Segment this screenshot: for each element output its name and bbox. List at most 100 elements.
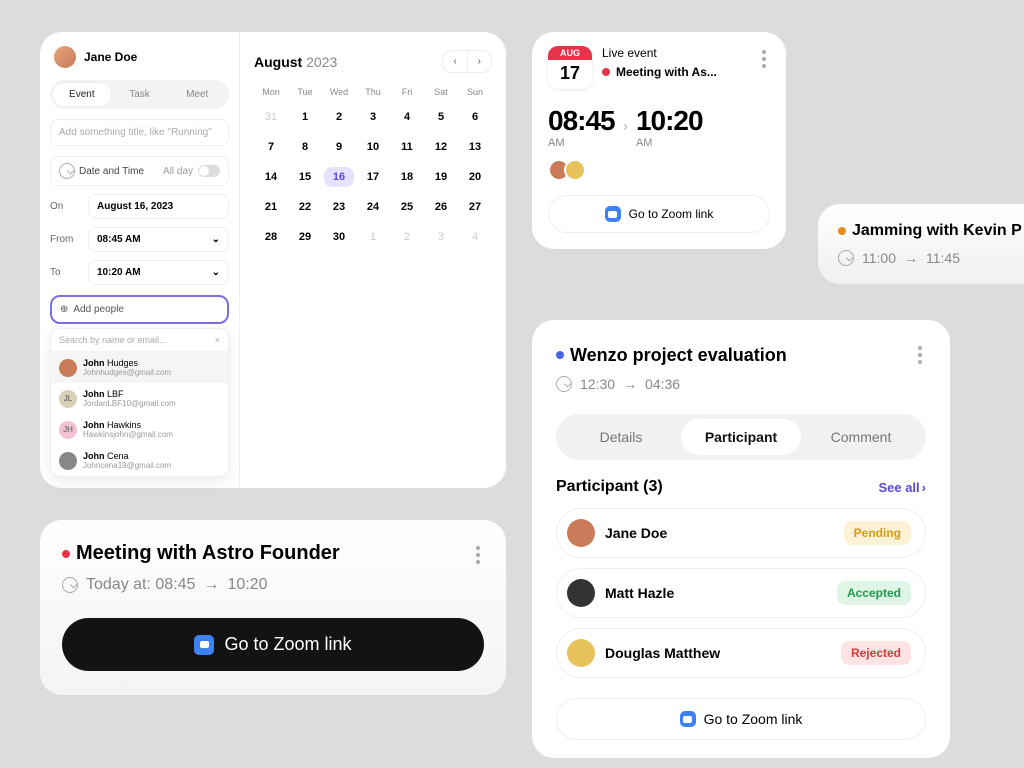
chevron-down-icon: ⌄ bbox=[212, 267, 220, 278]
person-suggestion[interactable]: JLJohn LBFJordanLBF10@gmail.com bbox=[51, 383, 228, 414]
date-time-label: Date and Time bbox=[79, 166, 144, 177]
people-dropdown: Search by name or email... × John Hudges… bbox=[50, 328, 229, 477]
calendar-day[interactable]: 9 bbox=[322, 141, 356, 153]
chevron-down-icon: ⌄ bbox=[212, 234, 220, 245]
avatar bbox=[54, 46, 76, 68]
calendar-day[interactable]: 29 bbox=[288, 231, 322, 243]
calendar-day[interactable]: 12 bbox=[424, 141, 458, 153]
live-event-title: Meeting with As... bbox=[602, 65, 748, 79]
calendar-day[interactable]: 19 bbox=[424, 171, 458, 183]
calendar-day[interactable]: 17 bbox=[356, 171, 390, 183]
title-input[interactable]: Add something title, like "Running" bbox=[50, 119, 229, 146]
to-picker[interactable]: 10:20 AM⌄ bbox=[88, 260, 229, 285]
dow-label: Fri bbox=[390, 87, 424, 97]
avatar bbox=[567, 579, 595, 607]
calendar-day[interactable]: 3 bbox=[424, 231, 458, 243]
close-icon[interactable]: × bbox=[215, 335, 220, 345]
calendar-day[interactable]: 1 bbox=[288, 111, 322, 123]
tab-participant[interactable]: Participant bbox=[681, 419, 801, 455]
zoom-icon bbox=[680, 711, 696, 727]
type-tabs: Event Task Meet bbox=[50, 80, 229, 109]
more-button[interactable] bbox=[914, 342, 926, 368]
arrow-right-icon: → bbox=[904, 250, 918, 266]
calendar-day[interactable]: 23 bbox=[322, 201, 356, 213]
live-event-card: AUG 17 Live event Meeting with As... 08:… bbox=[532, 32, 786, 249]
profile-row: Jane Doe bbox=[50, 46, 229, 68]
date-time-header: Date and Time All day bbox=[50, 156, 229, 186]
dow-label: Wed bbox=[322, 87, 356, 97]
participant-header: Participant (3) bbox=[556, 478, 663, 496]
calendar-day[interactable]: 2 bbox=[390, 231, 424, 243]
tab-task[interactable]: Task bbox=[111, 83, 169, 106]
dow-label: Thu bbox=[356, 87, 390, 97]
calendar-day[interactable]: 4 bbox=[390, 111, 424, 123]
date-chip: AUG 17 bbox=[548, 46, 592, 89]
calendar-day[interactable]: 26 bbox=[424, 201, 458, 213]
dow-label: Tue bbox=[288, 87, 322, 97]
calendar-day[interactable]: 1 bbox=[356, 231, 390, 243]
calendar-day[interactable]: 15 bbox=[288, 171, 322, 183]
status-badge: Pending bbox=[844, 521, 911, 545]
status-badge: Accepted bbox=[837, 581, 911, 605]
calendar-day[interactable]: 22 bbox=[288, 201, 322, 213]
wenzo-time: 12:30 → 04:36 bbox=[556, 376, 926, 392]
more-button[interactable] bbox=[758, 46, 770, 72]
calendar-day[interactable]: 6 bbox=[458, 111, 492, 123]
people-search[interactable]: Search by name or email... bbox=[59, 335, 167, 345]
calendar-day[interactable]: 30 bbox=[322, 231, 356, 243]
calendar-day[interactable]: 31 bbox=[254, 111, 288, 123]
date-picker[interactable]: August 16, 2023 bbox=[88, 194, 229, 219]
person-suggestion[interactable]: JHJohn HawkinsHawkinsjohn@gmail.com bbox=[51, 414, 228, 445]
participant-name: Douglas Matthew bbox=[605, 645, 831, 661]
dow-label: Sun bbox=[458, 87, 492, 97]
calendar-day[interactable]: 21 bbox=[254, 201, 288, 213]
more-button[interactable] bbox=[472, 542, 484, 568]
calendar-day[interactable]: 24 bbox=[356, 201, 390, 213]
dow-label: Sat bbox=[424, 87, 458, 97]
calendar-day[interactable]: 7 bbox=[254, 141, 288, 153]
tab-details[interactable]: Details bbox=[561, 419, 681, 455]
calendar-day[interactable]: 2 bbox=[322, 111, 356, 123]
zoom-link-button[interactable]: Go to Zoom link bbox=[556, 698, 926, 740]
person-suggestion[interactable]: John CenaJohncena19@gmail.com bbox=[51, 445, 228, 476]
participant-name: Jane Doe bbox=[605, 525, 834, 541]
calendar-day[interactable]: 18 bbox=[390, 171, 424, 183]
calendar-day[interactable]: 11 bbox=[390, 141, 424, 153]
calendar-day[interactable]: 25 bbox=[390, 201, 424, 213]
from-picker[interactable]: 08:45 AM⌄ bbox=[88, 227, 229, 252]
see-all-link[interactable]: See all › bbox=[878, 480, 926, 495]
calendar-day[interactable]: 20 bbox=[458, 171, 492, 183]
all-day-label: All day bbox=[163, 166, 193, 177]
create-event-panel: Jane Doe Event Task Meet Add something t… bbox=[40, 32, 506, 488]
calendar-day[interactable]: 8 bbox=[288, 141, 322, 153]
calendar-day[interactable]: 16 bbox=[324, 167, 354, 187]
calendar-day[interactable]: 14 bbox=[254, 171, 288, 183]
clock-icon bbox=[62, 577, 78, 593]
jam-time: 11:00 → 11:45 bbox=[838, 250, 1024, 266]
tab-meet[interactable]: Meet bbox=[168, 83, 226, 106]
attendees bbox=[548, 159, 770, 181]
tab-comment[interactable]: Comment bbox=[801, 419, 921, 455]
zoom-link-button[interactable]: Go to Zoom link bbox=[62, 618, 484, 671]
calendar-day[interactable]: 4 bbox=[458, 231, 492, 243]
wenzo-card: Wenzo project evaluation 12:30 → 04:36 D… bbox=[532, 320, 950, 758]
avatar bbox=[567, 519, 595, 547]
participant-name: Matt Hazle bbox=[605, 585, 827, 601]
calendar-day[interactable]: 5 bbox=[424, 111, 458, 123]
calendar-day[interactable]: 27 bbox=[458, 201, 492, 213]
profile-name: Jane Doe bbox=[84, 50, 137, 64]
calendar-day[interactable]: 3 bbox=[356, 111, 390, 123]
prev-month-button[interactable]: ‹ bbox=[443, 51, 467, 72]
calendar-day[interactable]: 28 bbox=[254, 231, 288, 243]
next-month-button[interactable]: › bbox=[468, 51, 491, 72]
person-add-icon: ⊕ bbox=[60, 304, 68, 315]
add-people-input[interactable]: ⊕ Add people bbox=[50, 295, 229, 324]
zoom-icon bbox=[194, 635, 214, 655]
calendar-day[interactable]: 10 bbox=[356, 141, 390, 153]
person-suggestion[interactable]: John HudgesJohnhudges@gmail.com bbox=[51, 352, 228, 383]
all-day-toggle[interactable] bbox=[198, 165, 220, 177]
wenzo-title: Wenzo project evaluation bbox=[556, 342, 787, 368]
calendar-day[interactable]: 13 bbox=[458, 141, 492, 153]
tab-event[interactable]: Event bbox=[53, 83, 111, 106]
zoom-link-button[interactable]: Go to Zoom link bbox=[548, 195, 770, 233]
